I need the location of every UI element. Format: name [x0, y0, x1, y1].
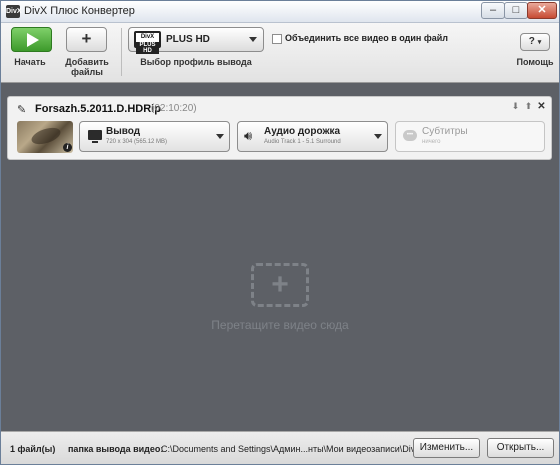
status-bar: 1 файл(ы) папка вывода видео: C:\Documen…	[1, 431, 559, 464]
open-folder-button[interactable]: Открыть...	[487, 438, 554, 458]
chevron-down-icon	[216, 134, 224, 139]
audio-track-dropdown[interactable]: 🔊︎ Аудио дорожка Audio Track 1 - 5.1 Sur…	[237, 121, 388, 152]
move-down-icon[interactable]: ⬇	[510, 101, 521, 112]
speech-bubble-icon: •••	[403, 130, 417, 141]
info-icon[interactable]: i	[63, 143, 72, 152]
add-files-label: Добавить файлы	[59, 57, 115, 77]
output-folder-label: папка вывода видео:	[68, 444, 164, 454]
close-window-button[interactable]: ✕	[527, 2, 557, 19]
toolbar: Начать + Добавить файлы DivX PLUS HD PLU…	[1, 23, 559, 83]
minimize-button[interactable]: –	[481, 2, 505, 19]
chevron-down-icon: ▾	[537, 39, 542, 46]
output-profile-dropdown[interactable]: DivX PLUS HD PLUS HD	[128, 27, 264, 54]
drop-zone-text: Перетащите видео сюда	[211, 318, 349, 332]
divx-app-icon: DivX	[6, 5, 22, 18]
subtitles-dropdown[interactable]: ••• Субтитры ничего	[395, 121, 545, 152]
profile-label: Выбор профиль вывода	[140, 57, 252, 67]
play-icon	[27, 33, 39, 47]
chevron-down-icon	[249, 37, 257, 42]
start-label: Начать	[14, 57, 46, 67]
file-entry-card: ✎ Forsazh.5.2011.D.HDRip (02:10:20) ⬇ ⬆ …	[7, 96, 552, 160]
audio-track-details: Audio Track 1 - 5.1 Surround	[264, 139, 341, 145]
help-button[interactable]: ? ▾	[520, 33, 550, 51]
merge-videos-label[interactable]: Объединить все видео в один файл	[285, 33, 448, 43]
logo-line2: PLUS HD	[136, 42, 159, 54]
video-output-dropdown[interactable]: Вывод 720 x 304 (565.12 MB)	[79, 121, 230, 152]
toolbar-divider	[121, 28, 122, 76]
video-thumbnail[interactable]: i	[17, 121, 73, 153]
output-folder-path: C:\Documents and Settings\Админ...нты\Мо…	[161, 444, 453, 454]
file-duration: (02:10:20)	[151, 103, 197, 114]
subtitles-details: ничего	[422, 139, 441, 145]
divx-plus-hd-logo-icon: DivX PLUS HD	[134, 31, 161, 54]
speaker-icon: 🔊︎	[244, 128, 253, 143]
move-up-icon[interactable]: ⬆	[523, 101, 534, 112]
merge-videos-checkbox[interactable]	[272, 34, 282, 44]
window-title: DivX Плюс Конвертер	[24, 5, 135, 17]
logo-line1: DivX	[140, 34, 155, 40]
file-name: Forsazh.5.2011.D.HDRip	[35, 103, 161, 115]
change-folder-button[interactable]: Изменить...	[413, 438, 480, 458]
remove-file-icon[interactable]: ✕	[536, 101, 547, 112]
pencil-icon[interactable]: ✎	[17, 103, 26, 116]
question-mark-icon: ?	[528, 36, 535, 47]
plus-icon: +	[81, 29, 92, 48]
add-files-label-line2: файлы	[71, 67, 103, 77]
monitor-icon	[88, 130, 102, 143]
audio-track-title: Аудио дорожка	[264, 126, 341, 137]
maximize-button[interactable]: □	[504, 2, 528, 19]
app-window: DivX DivX Плюс Конвертер – □ ✕ Начать + …	[0, 0, 560, 465]
file-count: 1 файл(ы)	[10, 444, 56, 454]
drop-zone-add-icon[interactable]: +	[251, 263, 309, 307]
profile-selected-value: PLUS HD	[166, 34, 210, 45]
add-files-button[interactable]: +	[66, 27, 107, 52]
video-output-details: 720 x 304 (565.12 MB)	[106, 139, 168, 145]
chevron-down-icon	[374, 134, 382, 139]
video-output-title: Вывод	[106, 126, 141, 137]
add-files-label-line1: Добавить	[65, 57, 109, 67]
start-button[interactable]	[11, 27, 52, 52]
thumbnail-figure	[29, 124, 63, 148]
title-bar: DivX DivX Плюс Конвертер – □ ✕	[1, 1, 559, 23]
subtitles-title: Субтитры	[422, 126, 468, 137]
plus-icon: +	[271, 268, 289, 301]
help-label: Помощь	[516, 57, 554, 67]
